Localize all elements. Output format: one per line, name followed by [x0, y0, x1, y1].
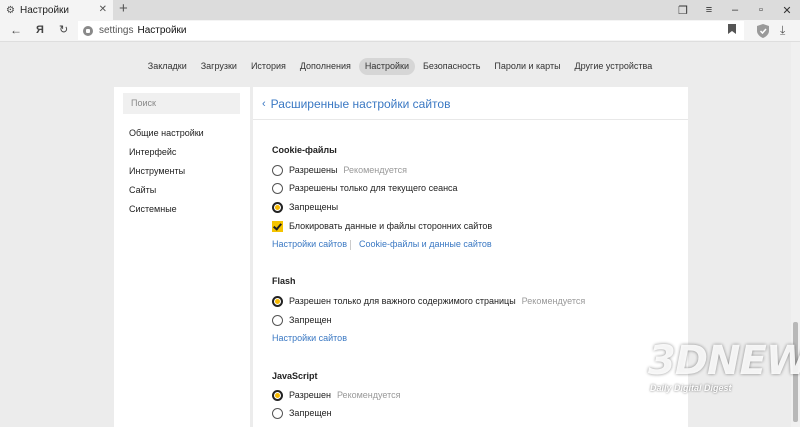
javascript-title: JavaScript: [272, 371, 318, 381]
flash-block-radio[interactable]: Запрещен: [272, 314, 332, 326]
checkbox-checked-icon: [272, 220, 283, 232]
javascript-block-radio[interactable]: Запрещен: [272, 407, 332, 419]
tab-settings[interactable]: ⚙ Настройки ✕: [0, 0, 113, 20]
sidebar-item-general[interactable]: Общие настройки: [129, 128, 204, 138]
sidebar-item-sites[interactable]: Сайты: [129, 185, 156, 195]
settings-nav: Закладки Загрузки История Дополнения Нас…: [0, 58, 800, 78]
option-hint: Рекомендуется: [521, 296, 586, 306]
download-icon[interactable]: ⤓: [780, 23, 785, 38]
minimize-icon[interactable]: –: [722, 4, 748, 16]
sidebar-item-interface[interactable]: Интерфейс: [129, 147, 176, 157]
cookies-allow-radio[interactable]: Разрешены Рекомендуется: [272, 164, 407, 176]
restore-icon[interactable]: ▫: [748, 4, 774, 16]
flash-important-radio[interactable]: Разрешен только для важного содержимого …: [272, 295, 585, 307]
radio-selected-icon: [272, 389, 283, 401]
back-arrow-icon[interactable]: ←: [10, 22, 22, 38]
cookies-session-radio[interactable]: Разрешены только для текущего сеанса: [272, 182, 458, 194]
option-label: Разрешены только для текущего сеанса: [289, 183, 458, 193]
close-window-icon[interactable]: ✕: [774, 4, 800, 17]
divider: [253, 119, 688, 120]
window-controls: ❐ ≡ – ▫ ✕: [670, 0, 800, 20]
sidebar-item-tools[interactable]: Инструменты: [129, 166, 185, 176]
tab-title: Настройки: [19, 4, 70, 16]
address-title: Настройки: [137, 25, 187, 36]
page-title: Расширенные настройки сайтов: [270, 97, 451, 111]
nav-bookmarks[interactable]: Закладки: [142, 58, 193, 75]
radio-selected-icon: [272, 295, 283, 307]
link-separator: [350, 240, 351, 250]
settings-main: ‹ Расширенные настройки сайтов Cookie-фа…: [253, 87, 688, 427]
settings-sidebar: Поиск Общие настройки Интерфейс Инструме…: [114, 87, 250, 427]
flash-site-settings-link[interactable]: Настройки сайтов: [272, 333, 347, 343]
tab-strip: ⚙ Настройки ✕ + ❐ ≡ – ▫ ✕: [0, 0, 800, 20]
watermark-tagline: Daily Digital Digest: [650, 383, 732, 393]
search-input[interactable]: Поиск: [123, 93, 240, 114]
option-label: Разрешен только для важного содержимого …: [289, 296, 516, 306]
address-toolbar: ← Я ↻ settings Настройки: [0, 20, 800, 42]
checkbox-label: Блокировать данные и файлы сторонних сай…: [289, 221, 493, 231]
nav-security[interactable]: Безопасность: [417, 58, 486, 75]
radio-icon: [272, 182, 283, 194]
block-third-party-checkbox[interactable]: Блокировать данные и файлы сторонних сай…: [272, 220, 492, 232]
reload-icon[interactable]: ↻: [59, 22, 68, 38]
new-tab-icon[interactable]: +: [119, 1, 128, 17]
watermark-logo: 3DNEWS Daily Digital Digest: [648, 338, 800, 404]
radio-selected-icon: [272, 201, 283, 213]
protect-shield-icon[interactable]: [757, 24, 769, 38]
option-label: Разрешен: [289, 390, 331, 400]
chevron-left-icon: ‹: [262, 98, 266, 110]
option-label: Запрещены: [289, 202, 339, 212]
address-scheme: settings: [99, 25, 134, 36]
site-info-icon[interactable]: [83, 25, 93, 36]
javascript-allow-radio[interactable]: Разрешен Рекомендуется: [272, 389, 401, 401]
tabs-overview-icon[interactable]: ❐: [670, 4, 696, 17]
cookies-title: Cookie-файлы: [272, 145, 337, 155]
sidebar-item-system[interactable]: Системные: [129, 204, 177, 214]
option-label: Запрещен: [289, 408, 332, 418]
yandex-logo-icon[interactable]: Я: [36, 22, 44, 38]
gear-icon: ⚙: [6, 4, 15, 16]
nav-extensions[interactable]: Дополнения: [294, 58, 357, 75]
radio-icon: [272, 407, 283, 419]
watermark-title: 3DNEWS: [648, 338, 800, 384]
flash-title: Flash: [272, 276, 296, 286]
cookies-site-settings-link[interactable]: Настройки сайтов: [272, 239, 347, 249]
nav-history[interactable]: История: [245, 58, 292, 75]
radio-icon: [272, 164, 283, 176]
nav-downloads[interactable]: Загрузки: [195, 58, 243, 75]
nav-passwords[interactable]: Пароли и карты: [488, 58, 566, 75]
option-hint: Рекомендуется: [343, 165, 407, 175]
nav-settings[interactable]: Настройки: [358, 58, 415, 75]
radio-icon: [272, 314, 283, 326]
nav-devices[interactable]: Другие устройства: [569, 58, 659, 75]
option-label: Разрешены: [289, 165, 338, 175]
menu-icon[interactable]: ≡: [696, 4, 722, 16]
bookmark-icon[interactable]: [728, 24, 736, 37]
option-label: Запрещен: [289, 315, 332, 325]
cookie-data-link[interactable]: Cookie-файлы и данные сайтов: [359, 239, 492, 249]
close-icon[interactable]: ✕: [99, 4, 107, 15]
back-link[interactable]: ‹ Расширенные настройки сайтов: [262, 97, 450, 111]
address-bar[interactable]: settings Настройки: [78, 21, 744, 40]
option-hint: Рекомендуется: [336, 390, 401, 400]
cookies-block-radio[interactable]: Запрещены: [272, 201, 338, 213]
